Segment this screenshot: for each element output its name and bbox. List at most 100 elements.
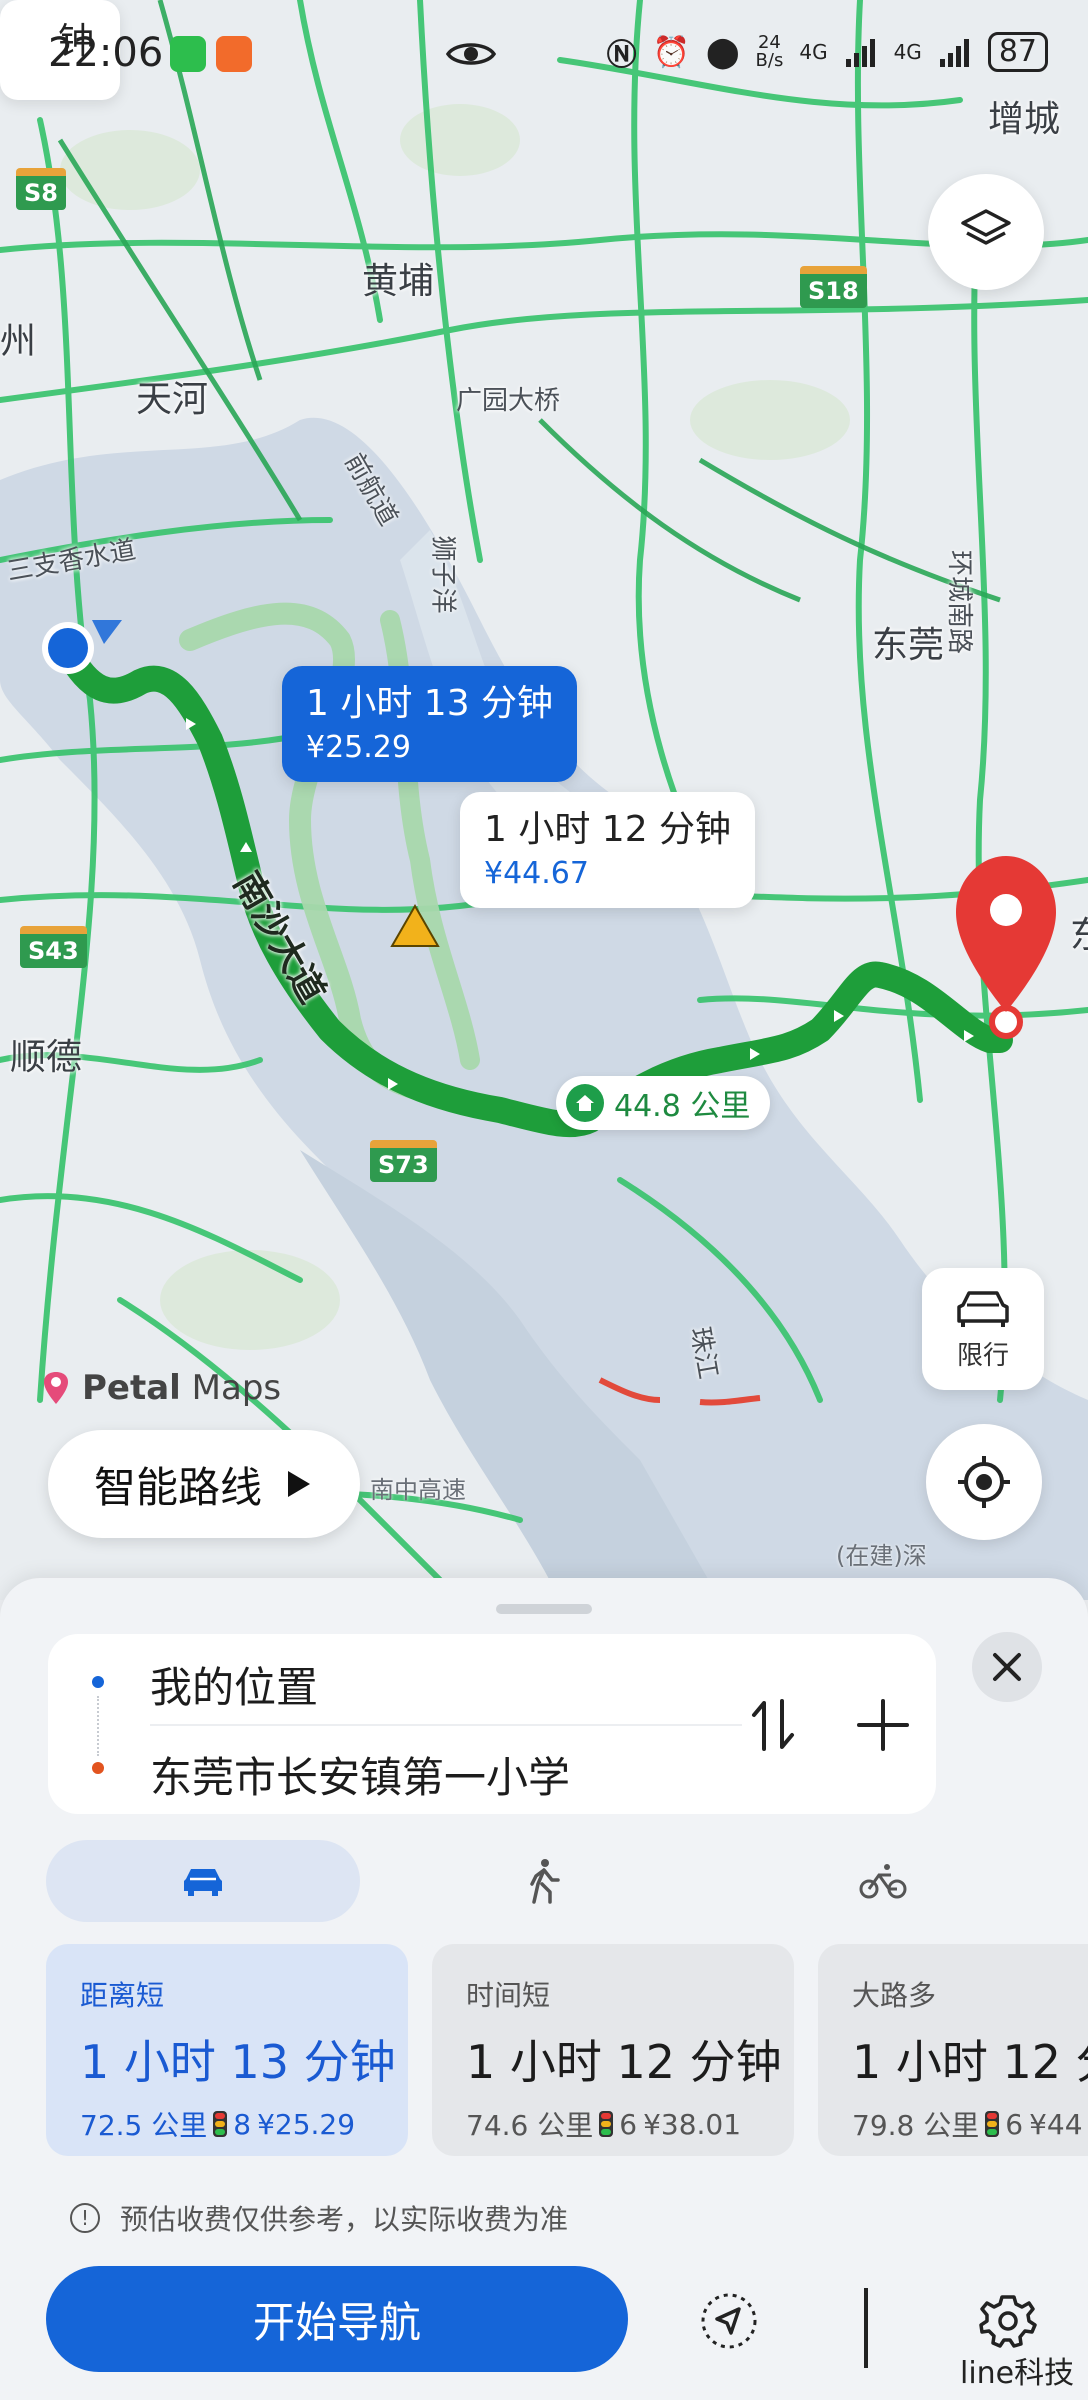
crosshair-icon — [958, 1456, 1010, 1508]
start-navigation-button[interactable]: 开始导航 — [46, 2266, 628, 2372]
origin-destination-card: 我的位置 东莞市长安镇第一小学 — [48, 1634, 936, 1814]
route-callout-selected[interactable]: 1 小时 13 分钟 ¥25.29 — [282, 666, 578, 782]
highway-shield: S8 — [16, 168, 66, 210]
signal-2: 4G — [893, 40, 922, 64]
layers-button[interactable] — [928, 174, 1044, 290]
close-button[interactable] — [972, 1632, 1042, 1702]
traffic-light-icon — [213, 2111, 228, 2137]
route-option[interactable]: 时间短 1 小时 12 分钟 74.6 公里 6 ¥38.01 — [432, 1944, 794, 2156]
wechat-icon — [170, 36, 206, 72]
route-lights: 8 — [233, 2107, 252, 2141]
place-label: 天河 — [136, 379, 209, 420]
route-distance: 72.5 公里 — [80, 2109, 208, 2142]
route-duration: 1 小时 13 分钟 — [80, 2035, 396, 2089]
tab-drive[interactable] — [46, 1840, 360, 1922]
origin-field[interactable]: 我的位置 — [150, 1654, 318, 1715]
logo-text-bold: Petal — [82, 1368, 181, 1408]
eye-icon — [446, 43, 496, 65]
alarm-icon: ⏰ — [652, 34, 690, 70]
road-label: 南中高速 — [370, 1476, 466, 1504]
navigation-arrow-icon — [701, 2293, 757, 2349]
route-toll: ¥25.29 — [257, 2107, 356, 2141]
info-icon: ! — [70, 2203, 100, 2233]
route-toll: ¥38.01 — [643, 2107, 742, 2141]
route-option[interactable]: 距离短 1 小时 13 分钟 72.5 公里 8 ¥25.29 — [46, 1944, 408, 2156]
destination-dot-icon — [92, 1762, 104, 1774]
route-meta: 72.5 公里 8 ¥25.29 — [80, 2104, 408, 2144]
swap-icon — [752, 1699, 794, 1751]
tab-walk[interactable] — [386, 1840, 700, 1922]
traffic-restriction-button[interactable]: 限行 — [922, 1268, 1044, 1390]
petal-logo-icon — [44, 1372, 68, 1404]
route-lights: 6 — [1005, 2107, 1024, 2141]
battery-indicator: 87 — [987, 32, 1048, 72]
route-toll: ¥44 — [1029, 2107, 1083, 2141]
route-lights: 6 — [619, 2107, 638, 2141]
divider — [864, 2288, 868, 2368]
status-indicators: Ⓝ ⏰ ⬤ 24 B/s 4G 4G 87 — [607, 30, 1048, 74]
route-duration: 1 小时 12 分钟 — [852, 2035, 1088, 2089]
car-icon — [957, 1290, 1009, 1327]
traffic-light-icon — [985, 2111, 1000, 2137]
map-view[interactable]: 增城 黄埔 天河 广园大桥 前航道 狮子洋 东莞 环城南路 顺德 州 三支香水道… — [0, 0, 1088, 1600]
distance-marker[interactable]: 44.8 公里 — [556, 1076, 771, 1130]
callout-price: ¥44.67 — [484, 856, 589, 891]
preview-navigation-button[interactable] — [696, 2288, 762, 2354]
smart-route-button[interactable]: 智能路线 — [48, 1430, 361, 1538]
nfc-icon: Ⓝ — [606, 38, 637, 73]
location-icon: ⬤ — [705, 34, 740, 70]
route-meta: 74.6 公里 6 ¥38.01 — [466, 2104, 794, 2144]
highway-shield: S43 — [20, 926, 87, 968]
tab-bike[interactable] — [726, 1840, 1040, 1922]
play-icon — [288, 1471, 311, 1497]
route-distance: 74.6 公里 — [466, 2109, 594, 2142]
restriction-label: 限行 — [956, 1340, 1009, 1371]
sheet-drag-handle[interactable] — [496, 1604, 592, 1614]
place-label: 东 — [1070, 906, 1088, 958]
toll-note-text: 预估收费仅供参考，以实际收费为准 — [120, 2203, 569, 2236]
signal-bars-icon — [939, 39, 969, 67]
locate-button[interactable] — [926, 1424, 1042, 1540]
place-label: 狮子洋 — [427, 535, 458, 614]
route-callout-alternate[interactable]: 1 小时 12 分钟 ¥44.67 — [460, 792, 756, 908]
route-duration: 1 小时 12 分钟 — [466, 2035, 782, 2089]
settings-button[interactable] — [974, 2286, 1044, 2356]
route-sheet: 我的位置 东莞市长安镇第一小学 距离短 1 小时 13 分钟 72.5 公里 8… — [0, 1578, 1088, 2400]
route-tag: 距离短 — [80, 1979, 165, 2012]
callout-duration: 1 小时 13 分钟 — [306, 683, 554, 724]
road-label: (在建)深 — [836, 1542, 927, 1570]
smart-route-label: 智能路线 — [94, 1462, 263, 1512]
car-icon — [184, 1869, 222, 1896]
swap-button[interactable] — [738, 1690, 808, 1760]
status-bar: 22:06 Ⓝ ⏰ ⬤ 24 B/s 4G 4G 87 — [0, 0, 1088, 110]
traffic-light-icon — [599, 2111, 614, 2137]
place-label: 黄埔 — [362, 261, 435, 302]
signal-bars-icon — [845, 39, 875, 67]
signal-1: 4G — [799, 40, 828, 64]
net-speed: 24 B/s — [755, 32, 784, 71]
place-label: 州 — [0, 321, 37, 362]
divider — [150, 1724, 742, 1726]
layers-icon — [961, 209, 1011, 245]
place-label: 东莞 — [872, 625, 945, 666]
route-option[interactable]: 大路多 1 小时 12 分钟 79.8 公里 6 ¥44 — [818, 1944, 1088, 2156]
walk-icon — [530, 1859, 560, 1904]
watermark-text: line科技 — [960, 2356, 1075, 2391]
highway-shield: S18 — [800, 266, 867, 308]
place-label: 环城南路 — [944, 550, 974, 655]
destination-field[interactable]: 东莞市长安镇第一小学 — [150, 1744, 570, 1805]
app-notification-icon — [216, 36, 252, 72]
place-label: 广园大桥 — [456, 386, 561, 416]
status-time: 22:06 — [48, 30, 164, 76]
route-options: 距离短 1 小时 13 分钟 72.5 公里 8 ¥25.29 时间短 1 小时… — [46, 1944, 1088, 2156]
route-distance: 79.8 公里 — [852, 2109, 980, 2142]
travel-mode-tabs — [46, 1840, 1046, 1922]
connector-line — [97, 1696, 99, 1756]
route-tag: 时间短 — [466, 1979, 551, 2012]
close-icon — [993, 1653, 1021, 1681]
toll-disclaimer: ! 预估收费仅供参考，以实际收费为准 — [70, 2198, 568, 2238]
highway-shield: S73 — [370, 1140, 437, 1182]
distance-text: 44.8 公里 — [614, 1089, 751, 1124]
origin-dot-icon — [92, 1676, 104, 1688]
add-waypoint-button[interactable] — [848, 1690, 918, 1760]
